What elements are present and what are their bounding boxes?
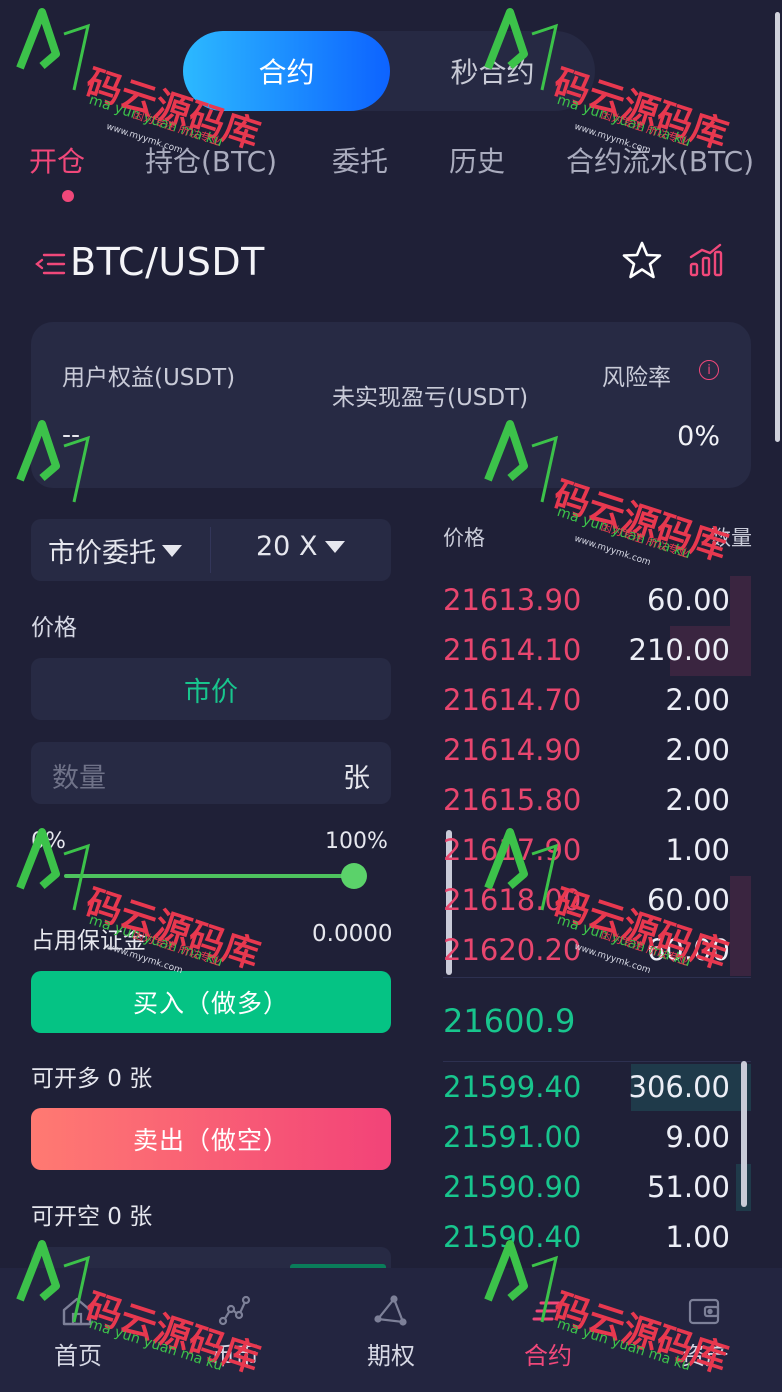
- orderbook-qty-header: 数量: [710, 526, 752, 550]
- tab-open-position[interactable]: 开仓: [29, 140, 85, 180]
- chevron-down-icon: [325, 540, 346, 553]
- bid-price[interactable]: 21599.40: [443, 1070, 581, 1104]
- risk-rate-value: 0%: [677, 421, 720, 452]
- watermark-url: www.myymk.com: [572, 534, 652, 569]
- quantity-unit: 张: [343, 763, 370, 794]
- price-label: 价格: [31, 615, 77, 641]
- tab-contract[interactable]: 合约: [183, 31, 390, 111]
- nav-assets-label: 资产: [681, 1342, 729, 1370]
- ask-qty: 60.00: [646, 883, 730, 917]
- contract-icon: [532, 1301, 561, 1321]
- bid-qty: 9.00: [665, 1120, 730, 1154]
- can-open-short-text: 可开空 0 张: [31, 1204, 153, 1230]
- nav-option[interactable]: 期权: [331, 1268, 451, 1392]
- nav-contract[interactable]: 合约: [488, 1268, 608, 1392]
- ask-qty: 60.00: [646, 933, 730, 967]
- kline-chart-icon[interactable]: [688, 242, 724, 278]
- pair-title[interactable]: BTC/USDT: [70, 240, 265, 284]
- tab-contract-flow[interactable]: 合约流水(BTC): [566, 140, 754, 180]
- watermark-logo-icon: [16, 8, 91, 91]
- bid-price[interactable]: 21591.00: [443, 1120, 581, 1154]
- slider-min-label: 0%: [31, 829, 66, 854]
- chevron-down-icon: [162, 544, 182, 557]
- quantity-field[interactable]: 数量 张: [31, 742, 391, 804]
- bid-price[interactable]: 21590.90: [443, 1170, 581, 1204]
- leverage-select[interactable]: 20 X: [256, 531, 346, 562]
- ask-qty: 2.00: [665, 683, 730, 717]
- ask-depth-bar: [730, 576, 751, 626]
- ask-price[interactable]: 21613.90: [443, 583, 581, 617]
- tab-history[interactable]: 历史: [449, 140, 505, 180]
- info-icon[interactable]: i: [699, 360, 719, 380]
- ask-price[interactable]: 21618.00: [443, 883, 581, 917]
- home-icon: [62, 1297, 92, 1326]
- nav-assets[interactable]: 资产: [645, 1268, 765, 1392]
- order-type-select[interactable]: 市价委托: [48, 531, 182, 570]
- price-field[interactable]: 市价: [31, 658, 391, 720]
- option-icon: [374, 1295, 407, 1326]
- quantity-slider-track[interactable]: [64, 874, 354, 878]
- divider: [443, 977, 751, 978]
- ask-qty: 2.00: [665, 783, 730, 817]
- orderbook-price-header: 价格: [443, 526, 485, 550]
- pair-menu-icon[interactable]: [34, 248, 66, 280]
- ask-price[interactable]: 21615.80: [443, 783, 581, 817]
- nav-contract-label: 合约: [524, 1342, 572, 1370]
- wallet-icon: [688, 1298, 720, 1325]
- ask-qty: 2.00: [665, 733, 730, 767]
- risk-rate-label: 风险率: [602, 365, 671, 391]
- active-tab-indicator: [62, 190, 74, 202]
- nav-coin-label: 币币: [211, 1342, 259, 1370]
- margin-label: 占用保证金: [31, 928, 146, 954]
- tab-positions[interactable]: 持仓(BTC): [145, 140, 277, 180]
- ask-price[interactable]: 21614.90: [443, 733, 581, 767]
- equity-label: 用户权益(USDT): [62, 365, 236, 391]
- leverage-value: 20 X: [256, 531, 318, 562]
- favorite-star-icon[interactable]: [622, 240, 662, 280]
- margin-value: 0.0000: [312, 921, 393, 947]
- nav-coin[interactable]: 币币: [175, 1268, 295, 1392]
- ask-qty: 1.00: [665, 833, 730, 867]
- buy-long-button[interactable]: 买入（做多）: [31, 971, 391, 1033]
- tab-second-contract[interactable]: 秒合约: [390, 31, 595, 111]
- watermark-pinyin: ma yun yuan ma ku: [555, 504, 693, 563]
- bids-scrollbar[interactable]: [741, 1061, 747, 1207]
- nav-home-label: 首页: [54, 1342, 102, 1370]
- tab-orders[interactable]: 委托: [332, 140, 388, 180]
- ask-price[interactable]: 21614.10: [443, 633, 581, 667]
- quantity-slider-handle[interactable]: [341, 863, 367, 889]
- ask-depth-bar: [730, 876, 751, 976]
- last-price: 21600.9: [443, 1002, 576, 1040]
- nav-option-label: 期权: [367, 1342, 415, 1370]
- order-type-value: 市价委托: [48, 538, 156, 569]
- ask-qty: 60.00: [646, 583, 730, 617]
- bid-price[interactable]: 21590.40: [443, 1220, 581, 1254]
- bid-qty: 306.00: [628, 1070, 730, 1104]
- nav-home[interactable]: 首页: [18, 1268, 138, 1392]
- ask-price[interactable]: 21620.20: [443, 933, 581, 967]
- can-open-long-text: 可开多 0 张: [31, 1066, 153, 1092]
- sell-short-button[interactable]: 卖出（做空）: [31, 1108, 391, 1170]
- divider: [210, 527, 211, 573]
- slider-max-label: 100%: [325, 829, 388, 854]
- bid-qty: 1.00: [665, 1220, 730, 1254]
- quantity-placeholder: 数量: [52, 763, 106, 794]
- coin-icon: [218, 1295, 251, 1326]
- unrealized-pnl-label: 未实现盈亏(USDT): [332, 385, 529, 411]
- bid-qty: 51.00: [646, 1170, 730, 1204]
- page-scrollbar[interactable]: [775, 12, 780, 442]
- watermark-url: www.myymk.com: [572, 942, 652, 977]
- equity-value: --: [62, 420, 81, 449]
- ask-price[interactable]: 21617.90: [443, 833, 581, 867]
- ask-qty: 210.00: [628, 633, 730, 667]
- price-field-value: 市价: [184, 676, 238, 708]
- watermark-slogan: 因为专注 所以专业: [599, 519, 691, 561]
- divider: [443, 1061, 751, 1062]
- ask-price[interactable]: 21614.70: [443, 683, 581, 717]
